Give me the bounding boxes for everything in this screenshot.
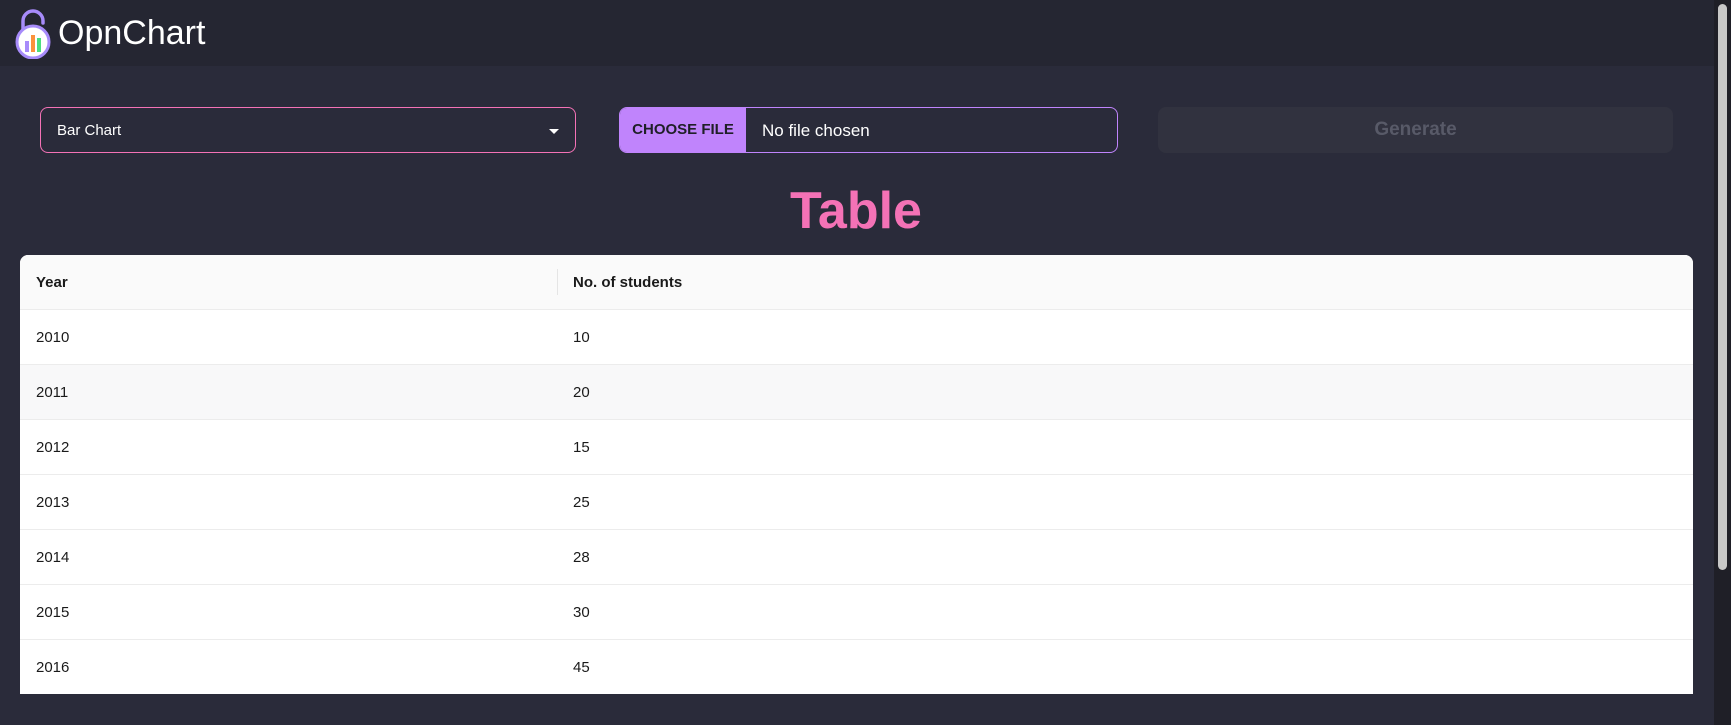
table-row: 2011 20	[20, 365, 1693, 420]
year-cell: 2011	[36, 384, 69, 401]
top-bar: OpnChart	[0, 0, 1731, 66]
chart-type-value: Bar Chart	[57, 122, 122, 139]
scrollbar-thumb[interactable]	[1718, 4, 1727, 570]
year-cell: 2012	[36, 439, 70, 456]
section-title: Table	[790, 182, 922, 240]
students-cell: 45	[573, 659, 590, 676]
year-cell: 2015	[36, 604, 70, 621]
table-row: 2015 30	[20, 585, 1693, 640]
padlock-chart-logo-icon[interactable]	[14, 7, 52, 59]
students-cell: 10	[573, 329, 590, 346]
table-row: 2016 45	[20, 640, 1693, 694]
students-cell: 30	[573, 604, 590, 621]
column-header-students[interactable]: No. of students	[573, 255, 682, 310]
page-scrollbar[interactable]	[1714, 0, 1731, 725]
students-cell: 20	[573, 384, 590, 401]
table-row: 2012 15	[20, 420, 1693, 475]
table-row: 2013 25	[20, 475, 1693, 530]
chart-type-select[interactable]: Bar Chart	[40, 107, 576, 153]
students-cell: 25	[573, 494, 590, 511]
column-header-year[interactable]: Year	[36, 255, 68, 310]
students-cell: 28	[573, 549, 590, 566]
column-divider	[557, 269, 558, 295]
year-cell: 2010	[36, 329, 70, 346]
file-status-text: No file chosen	[762, 121, 870, 140]
generate-button[interactable]: Generate	[1158, 107, 1673, 153]
year-cell: 2016	[36, 659, 70, 676]
chevron-down-icon	[549, 129, 559, 134]
choose-file-button[interactable]: CHOOSE FILE	[620, 108, 746, 152]
table-row: 2014 28	[20, 530, 1693, 585]
file-input[interactable]: CHOOSE FILE No file chosen	[619, 107, 1118, 153]
app-title: OpnChart	[58, 14, 206, 52]
students-cell: 15	[573, 439, 590, 456]
table-header-row: Year No. of students	[20, 255, 1693, 310]
year-cell: 2013	[36, 494, 70, 511]
data-table: Year No. of students 2010 10 2011 20 201…	[20, 255, 1693, 694]
table-row: 2010 10	[20, 310, 1693, 365]
year-cell: 2014	[36, 549, 70, 566]
